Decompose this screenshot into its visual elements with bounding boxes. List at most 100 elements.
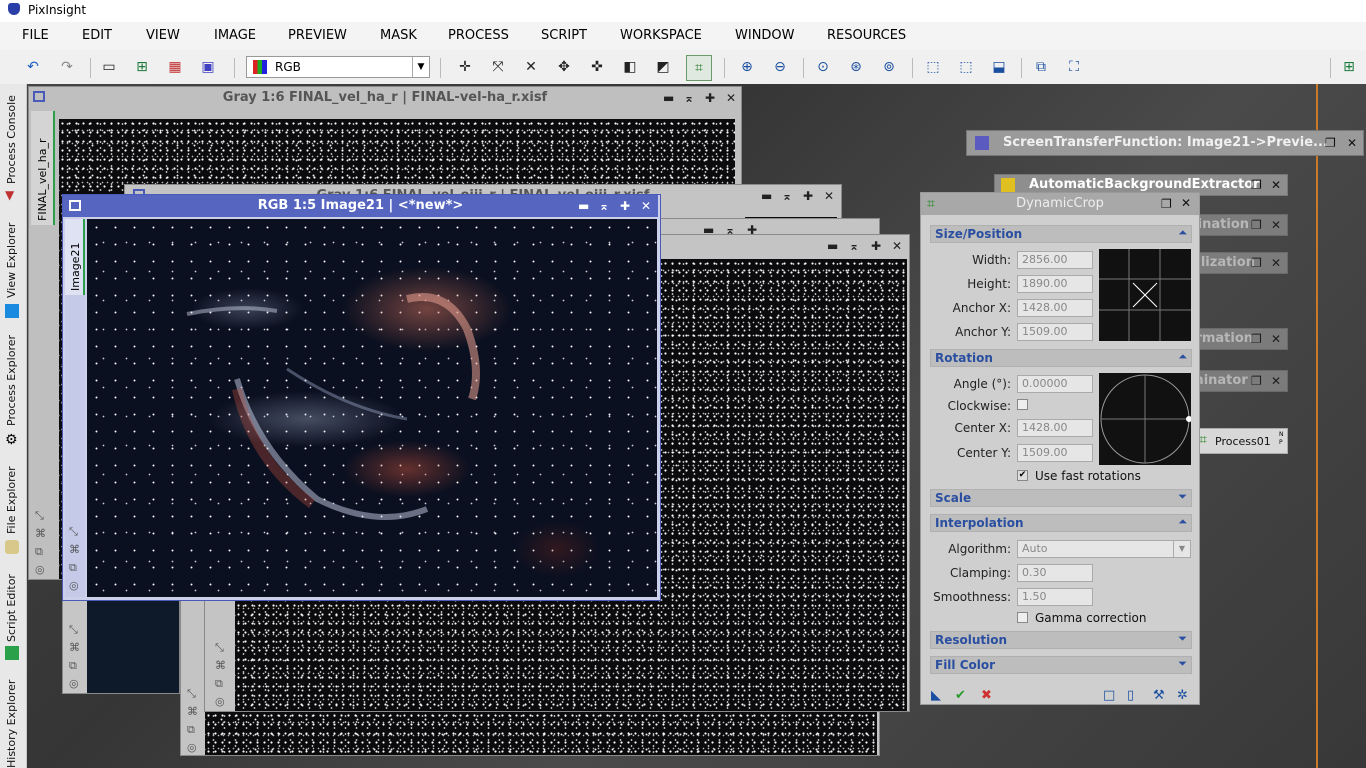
image-window-image21[interactable]: RGB 1:5 Image21 | <*new*> ▬ ⌅ ✚ ✕ Image2… <box>62 194 661 601</box>
view-side-tools[interactable]: ⤡ ⌘ ⧉ ◎ <box>187 685 198 757</box>
channel-select[interactable]: RGB ▼ <box>246 56 430 78</box>
wrench-icon[interactable]: ⚒ <box>1153 688 1165 703</box>
menu-script[interactable]: SCRIPT <box>541 28 587 43</box>
width-field[interactable]: 2856.00 <box>1017 251 1093 269</box>
zoom-extent-icon[interactable]: ✕ <box>522 58 540 76</box>
restore-icon[interactable]: ❐ <box>1251 374 1262 388</box>
menu-mask[interactable]: MASK <box>380 28 417 43</box>
angle-field[interactable]: 0.00000 <box>1017 375 1093 393</box>
close-icon[interactable]: ✕ <box>892 239 902 253</box>
image-window-minimized[interactable]: ⤡ ⌘ ⧉ ◎ <box>62 600 180 694</box>
restore-icon[interactable]: ❐ <box>1161 197 1172 211</box>
restore-icon[interactable]: ❐ <box>1251 332 1262 346</box>
tab-file-explorer[interactable]: File Explorer <box>0 462 26 534</box>
color-space-icon[interactable]: ▣ <box>199 58 217 76</box>
restore-icon[interactable]: ❐ <box>1325 136 1336 150</box>
rgb-channels-icon[interactable]: ▦ <box>166 58 184 76</box>
section-fill-color[interactable]: Fill Color ⏷ <box>930 656 1192 674</box>
shade-icon[interactable]: ⌅ <box>684 91 694 105</box>
close-icon[interactable]: ✕ <box>1271 218 1281 232</box>
center-icon[interactable]: ✜ <box>588 58 606 76</box>
restore-icon[interactable]: ❐ <box>1251 218 1262 232</box>
zoom-fit-window-icon[interactable]: ⊛ <box>847 58 865 76</box>
shade-icon[interactable]: ⌅ <box>849 239 859 253</box>
view-side-tools[interactable]: ⤡ ⌘ ⧉ ◎ <box>35 507 46 579</box>
maximize-icon[interactable]: ✚ <box>871 239 881 253</box>
shade-icon[interactable]: ⌅ <box>782 189 792 203</box>
clockwise-checkbox[interactable] <box>1017 399 1028 410</box>
view-tab[interactable]: FINAL_vel_ha_r <box>31 111 55 225</box>
new-image-icon[interactable]: ⊞ <box>133 58 151 76</box>
minimize-icon[interactable]: ▬ <box>578 199 589 213</box>
zoom-fit-icon[interactable]: ⤧ <box>489 58 507 76</box>
document-icon[interactable]: ▯ <box>1127 688 1134 703</box>
new-instance-icon[interactable]: ◣ <box>931 688 941 703</box>
pan-mode-icon[interactable]: ✥ <box>555 58 573 76</box>
expand-icon[interactable]: ⏷ <box>1178 657 1187 671</box>
tab-view-explorer[interactable]: View Explorer <box>0 214 26 298</box>
apply-icon[interactable]: ✔ <box>955 688 966 703</box>
section-scale[interactable]: Scale ⏷ <box>930 489 1192 507</box>
crop-icon[interactable]: ⌗ <box>686 55 712 81</box>
clamping-field[interactable]: 0.30 <box>1017 564 1093 582</box>
section-rotation[interactable]: Rotation ⏶ <box>930 349 1192 367</box>
select-all-icon[interactable]: ⬚ <box>924 58 942 76</box>
center-x-field[interactable]: 1428.00 <box>1017 419 1093 437</box>
tab-process-explorer[interactable]: Process Explorer <box>0 328 26 426</box>
select-previews-icon[interactable]: ⬚ <box>957 58 975 76</box>
chevron-down-icon[interactable]: ▼ <box>412 57 429 77</box>
zoom-1-1-icon[interactable]: ⊙ <box>814 58 832 76</box>
anchor-x-field[interactable]: 1428.00 <box>1017 299 1093 317</box>
height-field[interactable]: 1890.00 <box>1017 275 1093 293</box>
cancel-icon[interactable]: ✖ <box>981 688 992 703</box>
zoom-fit-view-icon[interactable]: ⊚ <box>880 58 898 76</box>
minimize-icon[interactable]: ▬ <box>827 239 838 253</box>
close-icon[interactable]: ✕ <box>726 91 736 105</box>
tab-history-explorer[interactable]: History Explorer <box>0 674 26 768</box>
process-window-stf[interactable]: ScreenTransferFunction: Image21->Previe.… <box>966 130 1364 156</box>
close-icon[interactable]: ✕ <box>1271 332 1281 346</box>
edit-preview-icon[interactable]: ◩ <box>654 58 672 76</box>
reset-icon[interactable]: ✲ <box>1177 688 1188 703</box>
process-icon-process01[interactable]: ⌗ Process01 N P <box>1192 428 1288 454</box>
menu-preview[interactable]: PREVIEW <box>288 28 347 43</box>
menu-view[interactable]: VIEW <box>146 28 180 43</box>
section-size-position[interactable]: Size/Position ⏶ <box>930 225 1192 243</box>
expand-icon[interactable]: ⏷ <box>1178 632 1187 646</box>
rotation-dial[interactable] <box>1099 373 1192 465</box>
tab-script-editor[interactable]: Script Editor <box>0 568 26 642</box>
image-view-image21[interactable] <box>87 219 657 597</box>
menu-workspace[interactable]: WORKSPACE <box>620 28 702 43</box>
minimize-icon[interactable]: ▬ <box>761 189 772 203</box>
menu-edit[interactable]: EDIT <box>82 28 112 43</box>
fit-window-icon[interactable]: ⬓ <box>990 58 1008 76</box>
restore-icon[interactable]: ❐ <box>1251 178 1262 192</box>
expand-icon[interactable]: ⏷ <box>1178 490 1187 504</box>
new-workspace-icon[interactable]: ⊞ <box>1340 58 1358 76</box>
smoothness-field[interactable]: 1.50 <box>1017 588 1093 606</box>
collapse-icon[interactable]: ⏶ <box>1178 350 1187 364</box>
menu-process[interactable]: PROCESS <box>448 28 509 43</box>
menu-image[interactable]: IMAGE <box>214 28 256 43</box>
new-preview-icon[interactable]: ◧ <box>621 58 639 76</box>
anchor-y-field[interactable]: 1509.00 <box>1017 323 1093 341</box>
maximize-icon[interactable]: ⛶ <box>1065 58 1083 76</box>
close-icon[interactable]: ✕ <box>824 189 834 203</box>
close-icon[interactable]: ✕ <box>1347 136 1357 150</box>
maximize-icon[interactable]: ✚ <box>620 199 630 213</box>
close-icon[interactable]: ✕ <box>1271 374 1281 388</box>
minimize-icon[interactable]: ▬ <box>663 91 674 105</box>
algorithm-select[interactable]: Auto ▼ <box>1017 540 1191 558</box>
fast-rotations-checkbox[interactable]: ✔ <box>1017 470 1028 481</box>
menu-resources[interactable]: RESOURCES <box>827 28 906 43</box>
restore-icon[interactable]: ❐ <box>1251 256 1262 270</box>
gamma-correction-checkbox[interactable] <box>1017 612 1028 623</box>
redo-icon[interactable]: ↷ <box>58 58 76 76</box>
anchor-grid[interactable] <box>1099 249 1191 341</box>
section-resolution[interactable]: Resolution ⏷ <box>930 631 1192 649</box>
view-tab[interactable]: Image21 ⤡ ⌘ ⧉ ◎ <box>65 219 85 597</box>
dynamic-crop-window[interactable]: DynamicCrop ⌗ ❐ ✕ Size/Position ⏶ Width: … <box>920 192 1200 705</box>
menu-file[interactable]: FILE <box>22 28 49 43</box>
maximize-icon[interactable]: ✚ <box>705 91 715 105</box>
chevron-down-icon[interactable]: ▼ <box>1173 541 1190 557</box>
